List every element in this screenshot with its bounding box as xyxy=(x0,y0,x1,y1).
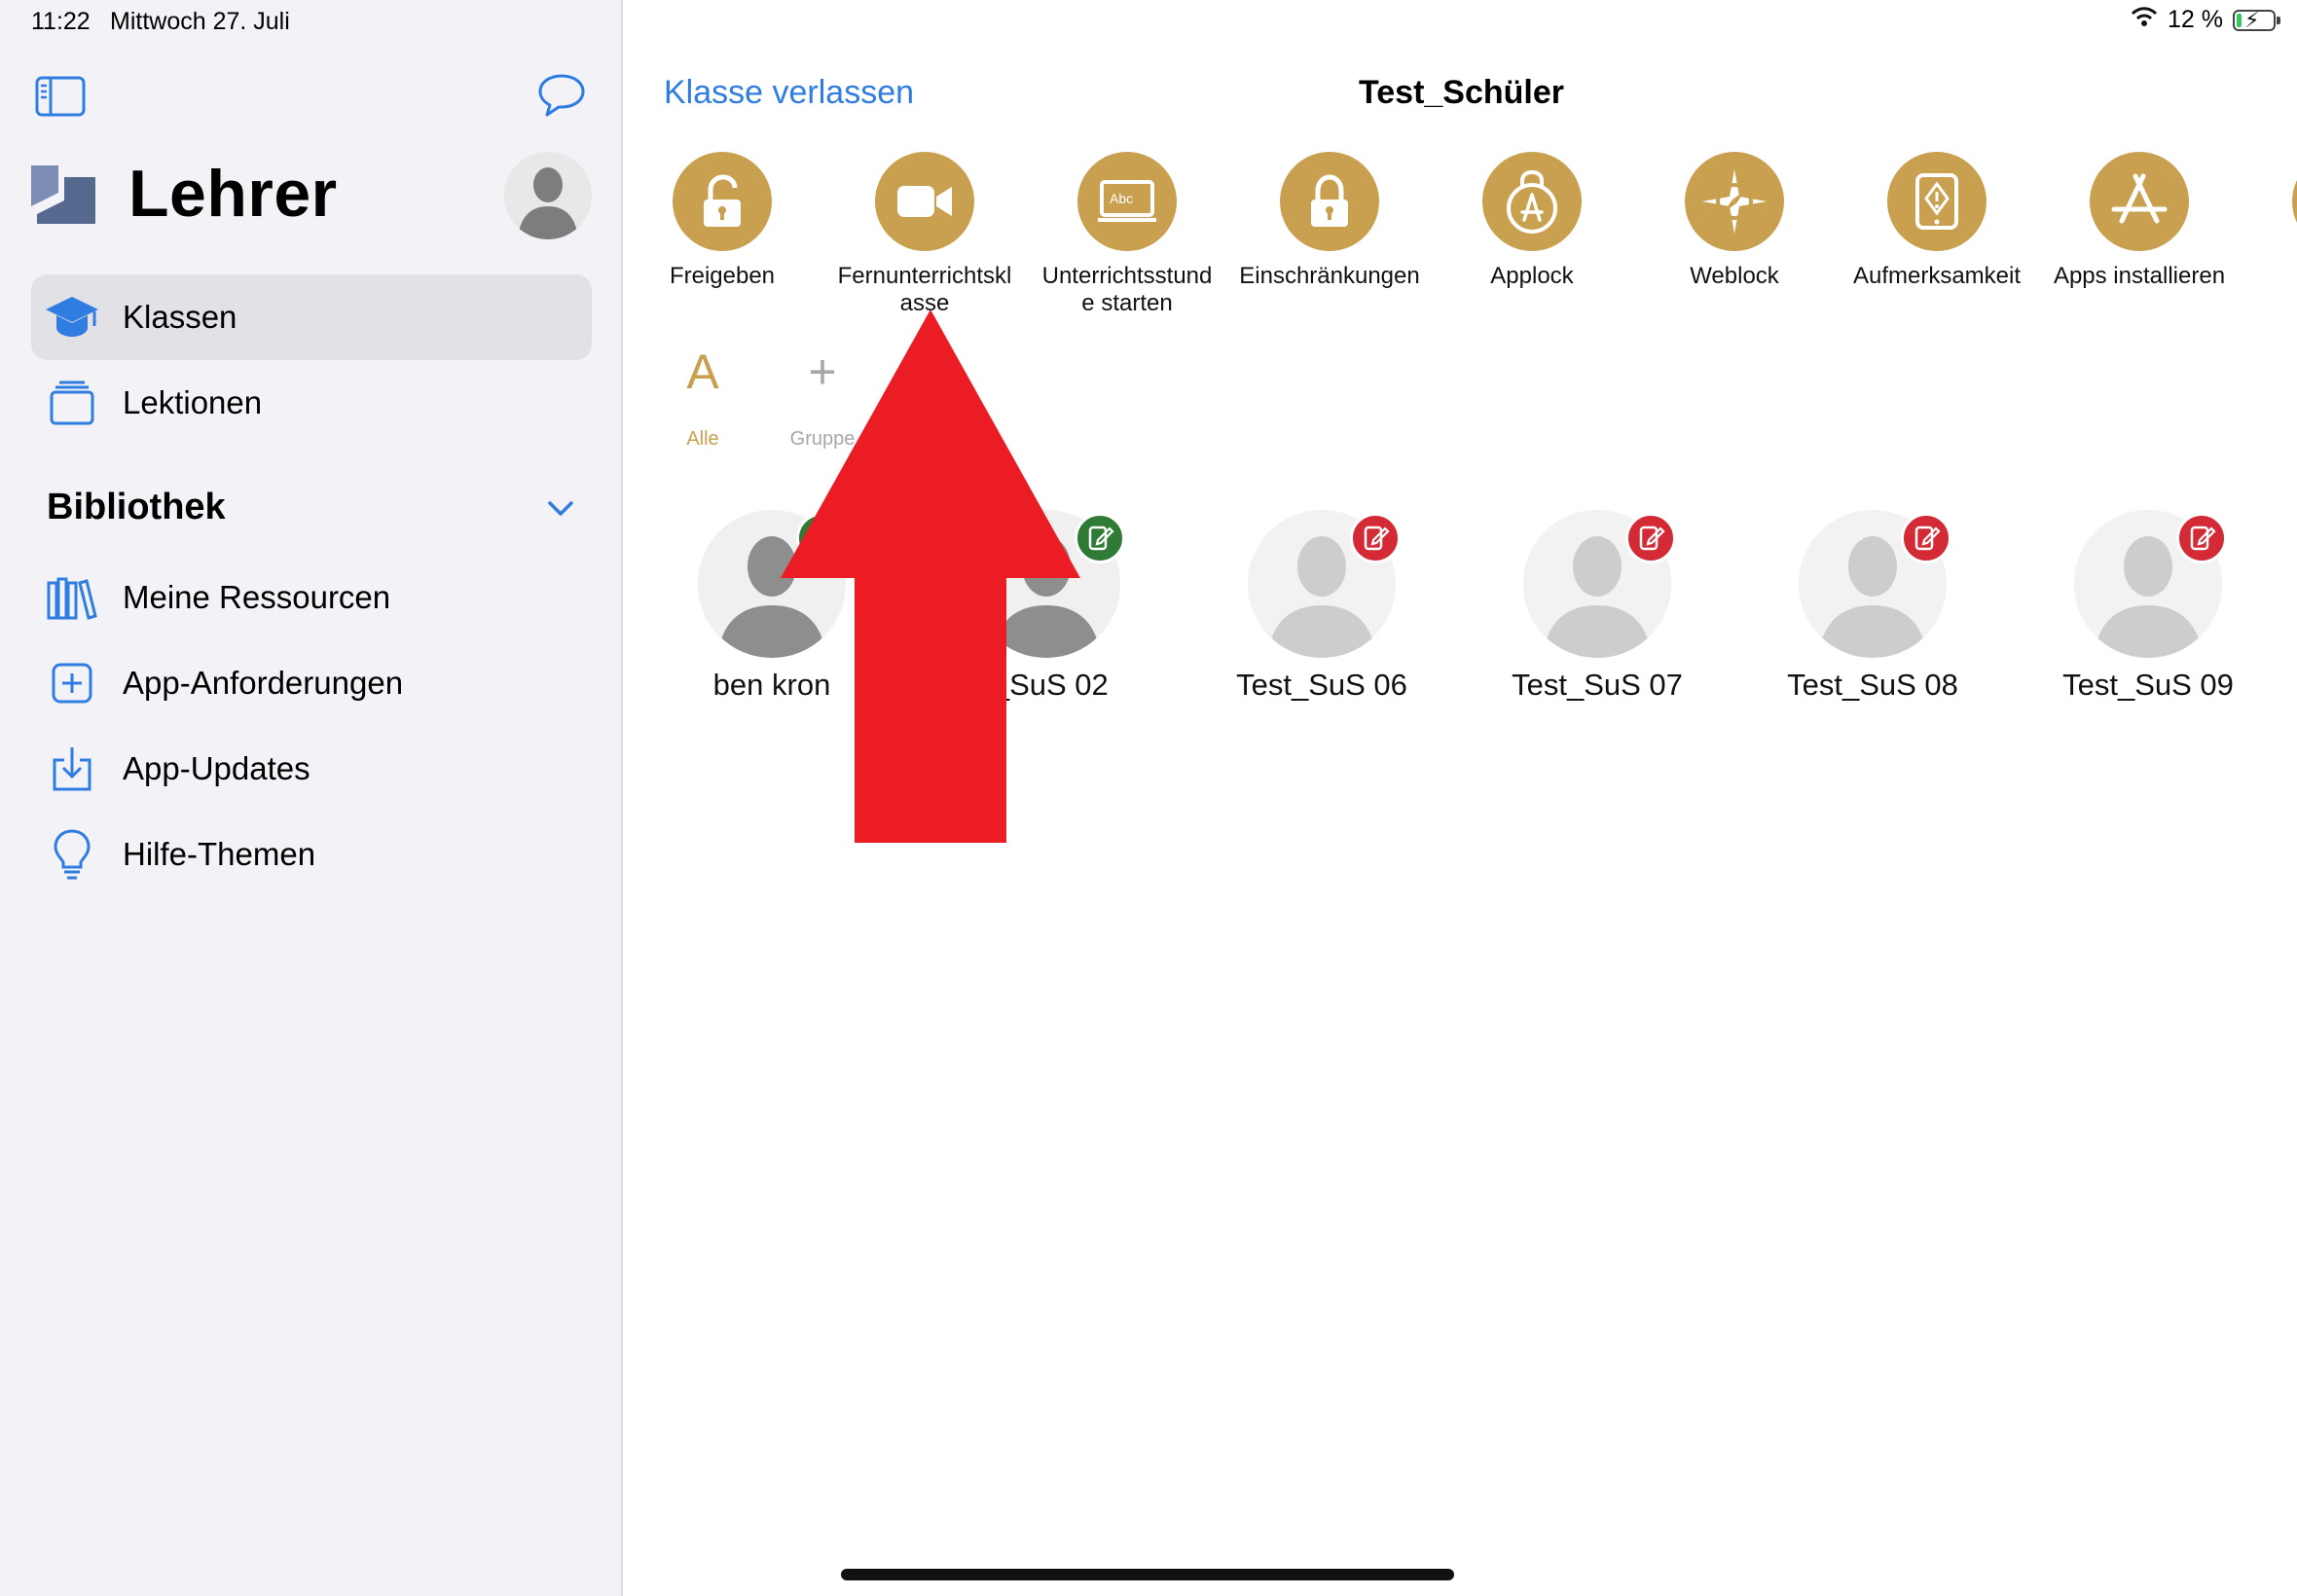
books-icon xyxy=(43,568,101,627)
sidebar-item-label: App-Updates xyxy=(123,750,310,786)
app-title: Lehrer xyxy=(128,157,338,231)
action-label: Aufmerksamkeit xyxy=(1852,263,2022,289)
chevron-down-icon[interactable] xyxy=(547,500,574,523)
tablet-edit-icon xyxy=(1901,513,1951,563)
action-label: Apps installieren xyxy=(2053,263,2226,289)
student-tile[interactable]: Test_SuS 06 xyxy=(1210,510,1434,703)
graduation-cap-icon xyxy=(43,288,101,346)
action-apps-installieren[interactable]: Apps installieren xyxy=(2038,152,2241,290)
student-name: Test_SuS 06 xyxy=(1236,668,1407,702)
lock-icon xyxy=(1280,152,1379,251)
tablet-edit-icon xyxy=(1625,513,1676,563)
sidebar-item-label: Klassen xyxy=(123,299,237,335)
student-tile[interactable]: Test_SuS 07 xyxy=(1485,510,1709,703)
student-name: Test_SuS 08 xyxy=(1787,668,1958,702)
student-name: Test_SuS 09 xyxy=(2062,668,2234,702)
action-weblock[interactable]: Weblock xyxy=(1633,152,1836,290)
action-label: Na xyxy=(2241,263,2297,290)
wifi-icon xyxy=(2131,6,2158,34)
action-label: Einschränkungen xyxy=(1239,263,1420,289)
app-lock-icon xyxy=(1482,152,1582,251)
battery-percent: 12 % xyxy=(2168,6,2223,33)
page-title: Test_Schüler xyxy=(1359,74,1565,111)
tablet-edit-icon xyxy=(1350,513,1401,563)
status-time: 11:22 xyxy=(31,8,91,35)
action-partial[interactable]: Na xyxy=(2241,152,2297,290)
filter-glyph: A xyxy=(686,345,719,399)
action-freigeben[interactable]: Freigeben xyxy=(621,152,823,290)
filter-alle[interactable]: A Alle xyxy=(664,343,742,451)
library-section-title: Bibliothek xyxy=(47,487,226,527)
sidebar-toggle-icon[interactable] xyxy=(35,76,86,122)
action-label: Weblock xyxy=(1690,263,1779,289)
sidebar-item-label: Lektionen xyxy=(123,384,263,420)
battery-icon: ⚡ xyxy=(2233,8,2280,32)
sidebar-item-app-anforderungen[interactable]: App-Anforderungen xyxy=(31,640,592,726)
app-logo xyxy=(29,163,97,231)
action-unterrichtsstunde-starten[interactable]: Abc Unterrichtsstund e starten xyxy=(1026,152,1228,317)
download-icon xyxy=(43,740,101,798)
action-applock[interactable]: Applock xyxy=(1431,152,1633,290)
sidebar-item-label: Meine Ressourcen xyxy=(123,579,391,615)
chat-bubble-icon[interactable] xyxy=(537,72,586,124)
action-label: Freigeben xyxy=(669,263,776,289)
tablet-alert-icon xyxy=(1887,152,1987,251)
action-label: Applock xyxy=(1490,263,1574,289)
partial-icon xyxy=(2292,152,2297,251)
sidebar-item-label: Hilfe-Themen xyxy=(123,836,316,872)
app-store-icon xyxy=(2090,152,2189,251)
sidebar-item-meine-ressourcen[interactable]: Meine Ressourcen xyxy=(31,555,592,640)
sidebar: Lehrer Klassen Lektionen Bibliothek Mein… xyxy=(0,0,623,1596)
status-date: Mittwoch 27. Juli xyxy=(110,8,290,35)
sidebar-item-klassen[interactable]: Klassen xyxy=(31,274,592,360)
sidebar-item-hilfe-themen[interactable]: Hilfe-Themen xyxy=(31,812,592,897)
stack-icon xyxy=(43,374,101,432)
action-aufmerksamkeit[interactable]: Aufmerksamkeit xyxy=(1836,152,2038,290)
chalkboard-icon: Abc xyxy=(1077,152,1177,251)
student-tile[interactable]: Test_SuS 09 xyxy=(2036,510,2260,703)
svg-text:Abc: Abc xyxy=(1110,191,1133,206)
video-camera-icon xyxy=(875,152,974,251)
student-name: Test_SuS 07 xyxy=(1512,668,1683,702)
sidebar-item-label: App-Anforderungen xyxy=(123,665,404,701)
action-fernunterrichtsklasse[interactable]: Fernunterrichtskl asse xyxy=(823,152,1026,317)
sidebar-item-lektionen[interactable]: Lektionen xyxy=(31,360,592,446)
action-einschraenkungen[interactable]: Einschränkungen xyxy=(1228,152,1431,290)
compass-icon xyxy=(1685,152,1784,251)
sidebar-item-app-updates[interactable]: App-Updates xyxy=(31,726,592,812)
unlock-icon xyxy=(673,152,772,251)
student-tile[interactable]: Test_SuS 08 xyxy=(1761,510,1985,703)
red-arrow-annotation xyxy=(777,309,1084,850)
lightbulb-icon xyxy=(43,825,101,884)
filter-label: Alle xyxy=(686,428,719,450)
profile-avatar[interactable] xyxy=(504,152,592,239)
home-indicator xyxy=(841,1569,1454,1580)
leave-class-button[interactable]: Klasse verlassen xyxy=(664,74,914,112)
status-indicators: 12 % ⚡ xyxy=(2131,6,2280,34)
tablet-edit-icon xyxy=(2176,513,2227,563)
plus-square-icon xyxy=(43,654,101,712)
